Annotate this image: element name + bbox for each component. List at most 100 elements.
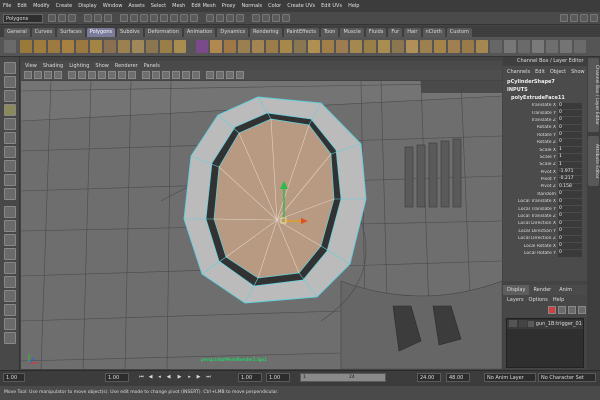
extract-icon[interactable] bbox=[224, 40, 236, 53]
menu-color[interactable]: Color bbox=[268, 3, 281, 9]
character-set-dropdown[interactable]: No Character Set bbox=[538, 373, 596, 382]
append-polygon-icon[interactable] bbox=[336, 40, 348, 53]
menu-help[interactable]: Help bbox=[348, 3, 359, 9]
menu-edit-mesh[interactable]: Edit Mesh bbox=[191, 3, 215, 9]
single-perspective-view-icon[interactable] bbox=[4, 206, 16, 218]
select-handles-icon[interactable] bbox=[130, 14, 138, 22]
snap-curve-icon[interactable] bbox=[216, 14, 224, 22]
hypergraph-layout-icon[interactable] bbox=[4, 332, 16, 344]
film-gate-icon[interactable] bbox=[78, 71, 86, 79]
cb-attribute-row[interactable]: Local Direction Y0 bbox=[503, 228, 587, 235]
persp-graph-icon[interactable] bbox=[4, 248, 16, 260]
range-start-field[interactable]: 1.00 bbox=[238, 373, 262, 382]
select-tool-icon[interactable] bbox=[4, 62, 16, 74]
textured-icon[interactable] bbox=[172, 71, 180, 79]
soft-modification-tool-icon[interactable] bbox=[4, 160, 16, 172]
poly-helix-icon[interactable] bbox=[146, 40, 158, 53]
menu-edit-uvs[interactable]: Edit UVs bbox=[321, 3, 342, 9]
cb-attribute-row[interactable]: Rotate X0 bbox=[503, 124, 587, 132]
step-forward-frame-icon[interactable]: ▸ bbox=[186, 374, 193, 381]
menu-display[interactable]: Display bbox=[78, 3, 96, 9]
menu-edit[interactable]: Edit bbox=[17, 3, 27, 9]
cb-attr-value[interactable]: 0 bbox=[558, 117, 582, 124]
end-time-field[interactable]: 48.00 bbox=[446, 373, 470, 382]
shelf-tab-custom[interactable]: Custom bbox=[446, 28, 472, 37]
play-forwards-icon[interactable]: ▶ bbox=[176, 374, 183, 381]
separate-icon[interactable] bbox=[210, 40, 222, 53]
collapse-icon[interactable] bbox=[420, 40, 432, 53]
shelf-tab-animation[interactable]: Animation bbox=[183, 28, 216, 37]
shelf-tab-hair[interactable]: Hair bbox=[404, 28, 421, 37]
shelf-tab-polygons[interactable]: Polygons bbox=[86, 28, 115, 37]
toggle-channel-box-icon[interactable] bbox=[560, 14, 568, 22]
cb-attribute-row[interactable]: Translate X0 bbox=[503, 102, 587, 109]
new-layer-from-selection-icon[interactable] bbox=[578, 306, 586, 314]
shelf-tab-toon[interactable]: Toon bbox=[320, 28, 339, 37]
cb-attribute-row[interactable]: Local Translate X0 bbox=[503, 198, 587, 205]
move-layer-down-icon[interactable] bbox=[558, 306, 566, 314]
bridge-icon[interactable] bbox=[322, 40, 334, 53]
cb-attr-value[interactable]: 0 bbox=[558, 198, 582, 205]
panel-menu-renderer[interactable]: Renderer bbox=[115, 63, 138, 69]
offset-edge-loop-icon[interactable] bbox=[378, 40, 390, 53]
boolean-difference-icon[interactable] bbox=[266, 40, 278, 53]
persp-outliner-icon[interactable] bbox=[4, 234, 16, 246]
channel-box-side-tab[interactable]: Channel Box / Layer Editor bbox=[588, 58, 599, 132]
shelf-tab-fur[interactable]: Fur bbox=[388, 28, 403, 37]
shelf-tab-general[interactable]: General bbox=[4, 28, 30, 37]
cb-attr-value[interactable]: 0 bbox=[558, 109, 582, 117]
menu-create-uvs[interactable]: Create UVs bbox=[287, 3, 315, 9]
select-rendering-icon[interactable] bbox=[190, 14, 198, 22]
select-mask-icon[interactable] bbox=[120, 14, 128, 22]
cb-attr-value[interactable]: 1 bbox=[558, 146, 582, 154]
mirror-geometry-icon[interactable] bbox=[294, 40, 306, 53]
panel-menu-panels[interactable]: Panels bbox=[144, 63, 160, 69]
cb-attr-value[interactable]: -0.217 bbox=[558, 176, 582, 183]
layer-row[interactable]: gun_1B:trigger_01 bbox=[507, 320, 583, 329]
unfold-uv-icon[interactable] bbox=[560, 40, 572, 53]
cb-attr-value[interactable]: 0 bbox=[558, 191, 582, 198]
toggle-attribute-editor-icon[interactable] bbox=[570, 14, 578, 22]
grid-toggle-icon[interactable] bbox=[68, 71, 76, 79]
paint-select-tool-icon[interactable] bbox=[4, 90, 16, 102]
poly-soccer-ball-icon[interactable] bbox=[160, 40, 172, 53]
isolate-select-icon[interactable] bbox=[226, 71, 234, 79]
poly-sphere-icon[interactable] bbox=[20, 40, 32, 53]
layer-menu-options[interactable]: Options bbox=[529, 297, 548, 303]
snap-point-icon[interactable] bbox=[226, 14, 234, 22]
start-time-field[interactable]: 1.00 bbox=[3, 373, 25, 382]
hypershade-persp-icon[interactable] bbox=[4, 262, 16, 274]
poly-plane-icon[interactable] bbox=[76, 40, 88, 53]
shelf-options-icon[interactable] bbox=[4, 40, 16, 53]
poly-prism-icon[interactable] bbox=[104, 40, 116, 53]
cb-attr-value[interactable]: 0 bbox=[558, 220, 582, 228]
cb-attr-value[interactable]: 0 bbox=[558, 213, 582, 220]
cb-attr-value[interactable]: 0 bbox=[558, 235, 582, 242]
cb-attr-value[interactable]: 1 bbox=[558, 161, 582, 169]
smooth-shade-icon[interactable] bbox=[152, 71, 160, 79]
show-manipulator-icon[interactable] bbox=[4, 174, 16, 186]
shelf-tab-curves[interactable]: Curves bbox=[31, 28, 56, 37]
sew-uv-icon[interactable] bbox=[546, 40, 558, 53]
layer-menu-help[interactable]: Help bbox=[553, 297, 564, 303]
move-tool-icon[interactable] bbox=[4, 104, 16, 116]
hq-rendering-icon[interactable] bbox=[236, 71, 244, 79]
bookmarks-icon[interactable] bbox=[44, 71, 52, 79]
select-curves-icon[interactable] bbox=[150, 14, 158, 22]
menu-mesh[interactable]: Mesh bbox=[172, 3, 185, 9]
new-empty-layer-icon[interactable] bbox=[568, 306, 576, 314]
select-by-hierarchy-icon[interactable] bbox=[84, 14, 92, 22]
menu-create[interactable]: Create bbox=[56, 3, 73, 9]
uv-editor-icon[interactable] bbox=[518, 40, 530, 53]
insert-edge-loop-icon[interactable] bbox=[364, 40, 376, 53]
cb-attr-value[interactable]: 0.158 bbox=[558, 183, 582, 191]
shelf-tab-subdivs[interactable]: Subdivs bbox=[117, 28, 143, 37]
menu-set-dropdown[interactable]: Polygons bbox=[3, 14, 43, 23]
shelf-tab-surfaces[interactable]: Surfaces bbox=[57, 28, 85, 37]
cb-attribute-row[interactable]: Local Translate Y0 bbox=[503, 205, 587, 213]
smooth-icon[interactable] bbox=[238, 40, 250, 53]
cb-attribute-row[interactable]: Local Translate Z0 bbox=[503, 213, 587, 220]
poly-cylinder-icon[interactable] bbox=[48, 40, 60, 53]
cb-attr-value[interactable]: 0 bbox=[558, 102, 582, 109]
toggle-tool-settings-icon[interactable] bbox=[580, 14, 588, 22]
